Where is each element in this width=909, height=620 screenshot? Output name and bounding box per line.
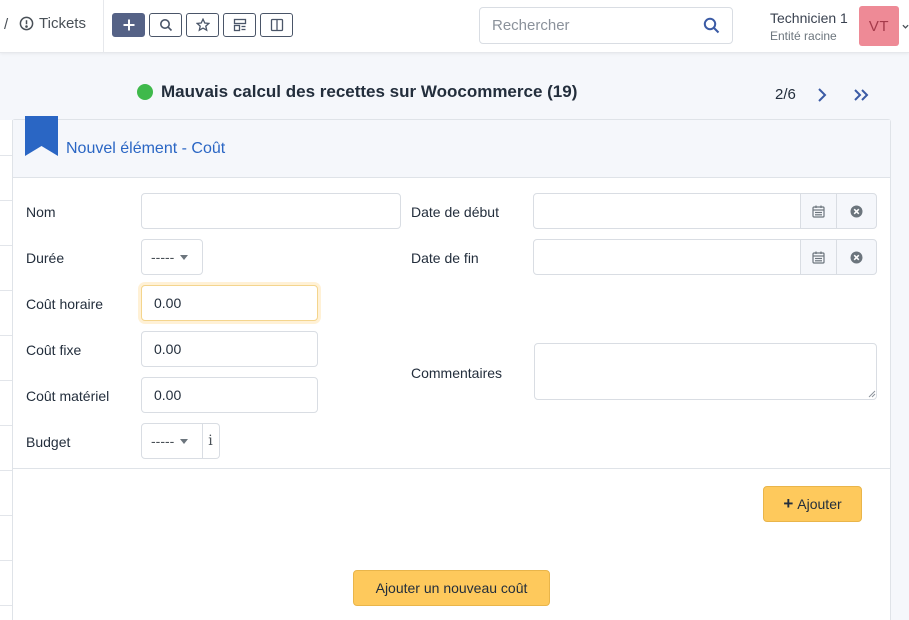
- date-fin-clear-button[interactable]: [836, 239, 877, 275]
- plus-icon: +: [783, 494, 794, 513]
- clear-icon: [850, 205, 863, 217]
- label-nom: Nom: [26, 204, 56, 220]
- label-date-fin: Date de fin: [411, 250, 479, 266]
- search-button[interactable]: [149, 13, 182, 37]
- pager-position: 2/6: [775, 86, 796, 103]
- date-debut-field[interactable]: [533, 193, 801, 229]
- nom-field[interactable]: [141, 193, 401, 229]
- add-button[interactable]: [112, 13, 145, 37]
- user-entity[interactable]: Entité racine: [770, 29, 837, 43]
- label-budget: Budget: [26, 434, 71, 450]
- label-duree: Durée: [26, 250, 65, 266]
- cout-materiel-field[interactable]: [141, 377, 318, 413]
- topbar-divider: [103, 0, 104, 52]
- star-icon: [195, 18, 210, 32]
- caret-down-icon: [180, 438, 189, 444]
- search-input[interactable]: [480, 8, 690, 43]
- ticket-alert-icon: [19, 16, 34, 31]
- budget-info-icon[interactable]: i: [202, 423, 220, 459]
- search-icon: [159, 19, 172, 32]
- chevron-down-icon[interactable]: [902, 23, 909, 30]
- date-fin-picker: [533, 239, 877, 275]
- cout-fixe-field[interactable]: [141, 331, 318, 367]
- top-bar: / Tickets Technicien 1 Entité racine VT: [0, 0, 909, 53]
- breadcrumb-separator: /: [4, 16, 9, 33]
- caret-down-icon: [180, 254, 189, 260]
- favorite-button[interactable]: [186, 13, 219, 37]
- global-search: [479, 7, 733, 44]
- commentaires-field[interactable]: [534, 343, 877, 400]
- add-cost-label: Ajouter: [797, 496, 842, 512]
- user-name[interactable]: Technicien 1: [770, 10, 848, 26]
- double-chevron-right-icon[interactable]: [852, 86, 872, 104]
- calendar-icon: [812, 205, 825, 218]
- label-cout-fixe: Coût fixe: [26, 342, 82, 358]
- search-icon[interactable]: [703, 17, 720, 34]
- date-debut-picker: [533, 193, 877, 229]
- breadcrumb-label: Tickets: [39, 15, 86, 32]
- cout-horaire-field[interactable]: [141, 285, 318, 321]
- bookmark-icon: [25, 116, 58, 156]
- form-title: Nouvel élément - Coût: [66, 140, 226, 157]
- resize-handle-icon[interactable]: [868, 390, 876, 398]
- breadcrumb-tickets[interactable]: Tickets: [19, 15, 86, 32]
- clear-icon: [850, 251, 863, 263]
- date-debut-clear-button[interactable]: [836, 193, 877, 229]
- add-cost-button[interactable]: + Ajouter: [763, 486, 862, 522]
- new-cost-label: Ajouter un nouveau coût: [375, 580, 528, 596]
- budget-select[interactable]: -----: [141, 423, 203, 459]
- label-cout-materiel: Coût matériel: [26, 388, 110, 404]
- avatar[interactable]: VT: [859, 6, 899, 46]
- label-date-debut: Date de début: [411, 204, 499, 220]
- layout-icon: [233, 18, 246, 32]
- date-debut-calendar-button[interactable]: [800, 193, 837, 229]
- date-fin-calendar-button[interactable]: [800, 239, 837, 275]
- split-view-button[interactable]: [260, 13, 293, 37]
- duree-select[interactable]: -----: [141, 239, 203, 275]
- date-fin-field[interactable]: [533, 239, 801, 275]
- template-button[interactable]: [223, 13, 256, 37]
- card-header: Nouvel élément - Coût: [13, 116, 890, 178]
- new-cost-button[interactable]: Ajouter un nouveau coût: [353, 570, 550, 606]
- cost-form-card: Nouvel élément - Coût Nom Durée ----- Co…: [12, 116, 891, 620]
- plus-icon: [123, 19, 134, 31]
- form-divider: [13, 468, 890, 469]
- ticket-title: Mauvais calcul des recettes sur Woocomme…: [161, 82, 578, 101]
- chevron-right-icon[interactable]: [814, 86, 830, 104]
- duree-value: -----: [151, 249, 175, 265]
- columns-icon: [270, 18, 283, 32]
- calendar-icon: [812, 251, 825, 264]
- label-commentaires: Commentaires: [411, 365, 503, 381]
- budget-value: -----: [151, 433, 175, 449]
- status-indicator: [137, 84, 153, 100]
- label-cout-horaire: Coût horaire: [26, 296, 104, 312]
